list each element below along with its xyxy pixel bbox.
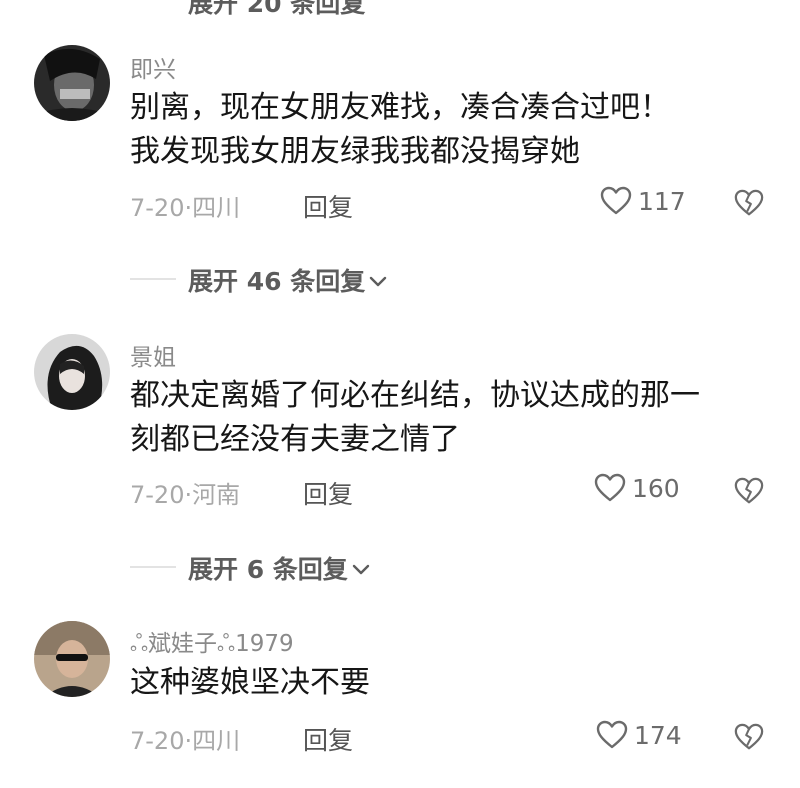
broken-heart-icon (734, 477, 764, 504)
avatar[interactable] (34, 45, 110, 121)
like-button[interactable]: 174 (596, 720, 682, 750)
comment-location: 四川 (192, 727, 241, 755)
chevron-down-icon (352, 564, 370, 575)
like-count: 174 (634, 720, 682, 750)
avatar[interactable] (34, 621, 110, 697)
dislike-button[interactable] (734, 188, 764, 218)
expand-replies-partial[interactable]: 展开 20 条回复 (188, 0, 365, 20)
chevron-down-icon (370, 276, 387, 287)
comment-date: 7-20 (130, 727, 185, 755)
meta-separator: · (184, 481, 193, 509)
avatar[interactable] (34, 334, 110, 410)
expand-replies-label: 展开 6 条回复 (188, 555, 348, 584)
dislike-button[interactable] (734, 722, 764, 752)
reply-button[interactable]: 回复 (303, 188, 353, 224)
comment-username[interactable]: 景姐 (130, 338, 176, 372)
comment-username[interactable]: ஃ斌娃子ஃ1979 (130, 624, 294, 660)
expand-divider (130, 566, 176, 568)
comment-meta: 7-20·四川 (130, 188, 240, 223)
like-button[interactable]: 160 (594, 473, 680, 503)
reply-button[interactable]: 回复 (303, 475, 353, 511)
comment-text-line: 都决定离婚了何必在纠结，协议达成的那一 (130, 378, 700, 413)
broken-heart-icon (734, 189, 764, 216)
like-count: 160 (632, 473, 680, 503)
heart-outline-icon (600, 186, 632, 215)
expand-replies-button[interactable]: 展开 46 条回复 (188, 262, 389, 298)
dislike-button[interactable] (734, 476, 764, 506)
comment-meta: 7-20·河南 (130, 475, 240, 510)
like-count: 117 (638, 186, 686, 216)
comment-text-line: 别离，现在女朋友难找，凑合凑合过吧！ (130, 90, 670, 125)
comment-text-line: 我发现我女朋友绿我我都没揭穿她 (130, 134, 580, 169)
like-button[interactable]: 117 (600, 186, 686, 216)
broken-heart-icon (734, 723, 764, 750)
comment-location: 四川 (192, 194, 241, 222)
comment-location: 河南 (192, 481, 241, 509)
comment-date: 7-20 (130, 194, 185, 222)
meta-separator: · (184, 194, 193, 222)
heart-outline-icon (596, 720, 628, 749)
comment-username[interactable]: 即兴 (130, 50, 176, 84)
comment-text-line: 这种婆娘坚决不要 (130, 665, 370, 700)
meta-separator: · (184, 727, 193, 755)
expand-replies-label: 展开 46 条回复 (188, 267, 366, 296)
comment-meta: 7-20·四川 (130, 721, 240, 756)
expand-replies-button[interactable]: 展开 6 条回复 (188, 550, 372, 586)
comment-date: 7-20 (130, 481, 185, 509)
expand-divider (130, 278, 176, 280)
heart-outline-icon (594, 473, 626, 502)
comment-text-line: 刻都已经没有夫妻之情了 (130, 422, 460, 457)
reply-button[interactable]: 回复 (303, 721, 353, 757)
